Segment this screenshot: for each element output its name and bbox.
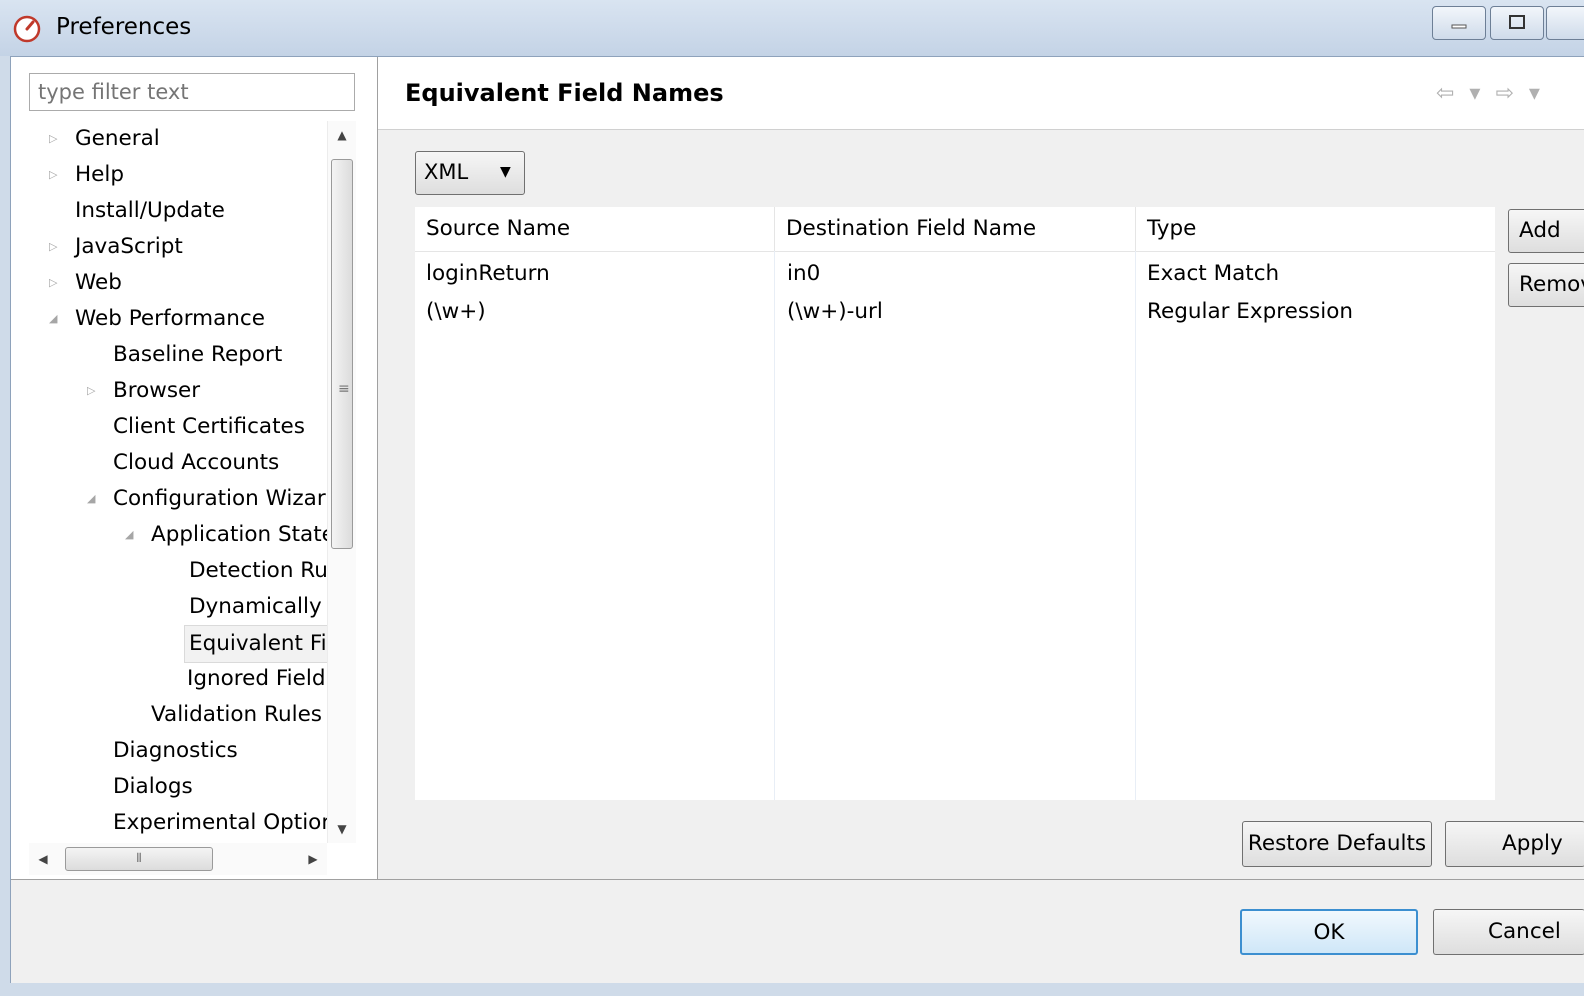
tree-item-client-certificates[interactable]: Client Certificates [11,409,327,445]
scroll-right-arrow-icon[interactable]: ▶ [299,843,327,875]
collapse-arrow-icon[interactable]: ◢ [125,528,139,542]
tree-item-general[interactable]: ▷ General [11,121,327,157]
tree-item-web-performance[interactable]: ◢ Web Performance [11,301,327,337]
collapse-arrow-icon[interactable]: ◢ [49,312,63,326]
format-select-value: XML [424,160,469,184]
tree-item-cloud-accounts[interactable]: Cloud Accounts [11,445,327,481]
tree-item-install-update[interactable]: Install/Update [11,193,327,229]
scroll-down-arrow-icon[interactable]: ▼ [328,815,356,843]
collapse-arrow-icon[interactable]: ◢ [87,492,101,506]
preferences-window: Preferences ▷General ▷Help Install/Updat… [0,0,1584,996]
column-header-source-name[interactable]: Source Name [415,207,775,251]
button-bar-divider [11,879,1584,880]
equivalent-names-table: Source Name Destination Field Name Type … [415,207,1495,800]
minimize-icon [1451,24,1467,29]
cell-type: Exact Match [1147,261,1280,286]
tree-vertical-scrollbar[interactable]: ▲ ≡ ▼ [327,121,356,843]
cell-destination-field-name: (\w+)-url [787,299,883,324]
chevron-down-icon: ▼ [500,164,511,180]
tree-item-ignored-fields[interactable]: Ignored Field [11,661,327,697]
scroll-up-arrow-icon[interactable]: ▲ [328,121,356,149]
page-header: Equivalent Field Names ⇦ ▾ ⇨ ▾ [378,57,1584,130]
expand-arrow-icon[interactable]: ▷ [49,132,63,146]
tree-item-baseline-report[interactable]: Baseline Report [11,337,327,373]
format-select[interactable]: XML ▼ [415,151,525,195]
apply-button[interactable]: Apply [1445,821,1584,867]
grip-icon: ≡ [338,381,350,397]
tree-item-javascript[interactable]: ▷ JavaScript [11,229,327,265]
tree-item-dynamically[interactable]: Dynamically [11,589,327,625]
cell-source-name: loginReturn [426,261,550,286]
page-title: Equivalent Field Names [405,79,724,107]
tree-horizontal-scrollbar[interactable]: ◀ ⦀ ▶ [29,843,327,875]
expand-arrow-icon[interactable]: ▷ [49,240,63,254]
tree-item-configuration-wizards[interactable]: ◢ Configuration Wizar [11,481,327,517]
filter-input[interactable] [29,73,355,111]
tree-item-validation-rules[interactable]: Validation Rules [11,697,327,733]
column-divider [1135,251,1136,800]
cell-type: Regular Expression [1147,299,1354,324]
maximize-icon [1509,15,1525,29]
horizontal-scroll-thumb[interactable]: ⦀ [65,847,213,871]
add-button[interactable]: Add [1508,209,1584,253]
column-header-type[interactable]: Type [1136,207,1495,251]
preference-page: Equivalent Field Names ⇦ ▾ ⇨ ▾ XML ▼ Sou… [378,57,1584,879]
title-bar[interactable]: Preferences [0,0,1584,56]
preferences-tree-pane: ▷General ▷Help Install/Update ▷JavaScrip… [11,57,378,879]
close-button[interactable] [1546,6,1584,40]
tree-item-web[interactable]: ▷ Web [11,265,327,301]
tree-item-dialogs[interactable]: Dialogs [11,769,327,805]
cell-destination-field-name: in0 [787,261,821,286]
expand-arrow-icon[interactable]: ▷ [49,168,63,182]
preferences-tree: ▷ General ▷ Help Install/Update ▷ JavaScrip… [11,121,327,843]
tree-item-experimental-options[interactable]: Experimental Optior [11,805,327,841]
restore-defaults-button[interactable]: Restore Defaults [1242,821,1432,867]
table-row[interactable]: (\w+) (\w+)-url Regular Expression [415,293,1495,331]
window-title: Preferences [56,14,192,40]
dialog-client-area: ▷General ▷Help Install/Update ▷JavaScrip… [10,56,1584,983]
ok-button[interactable]: OK [1240,909,1418,955]
tree-item-diagnostics[interactable]: Diagnostics [11,733,327,769]
table-row[interactable]: loginReturn in0 Exact Match [415,255,1495,293]
expand-arrow-icon[interactable]: ▷ [49,276,63,290]
history-nav-icon[interactable]: ⇦ ▾ ⇨ ▾ [1436,81,1544,106]
column-divider [774,251,775,800]
vertical-scroll-thumb[interactable]: ≡ [331,159,353,549]
tree-item-application-state[interactable]: ◢ Application State [11,517,327,553]
tree-item-browser[interactable]: ▷ Browser [11,373,327,409]
tree-item-equivalent-field-names[interactable]: Equivalent Fi [11,625,327,663]
maximize-button[interactable] [1490,6,1544,40]
column-header-destination-field-name[interactable]: Destination Field Name [775,207,1136,251]
scroll-left-arrow-icon[interactable]: ◀ [29,843,57,875]
cell-source-name: (\w+) [426,299,486,324]
table-header: Source Name Destination Field Name Type [415,207,1495,252]
app-icon [13,15,41,43]
tree-item-detection-rules[interactable]: Detection Ru [11,553,327,589]
tree-item-help[interactable]: ▷ Help [11,157,327,193]
remove-button[interactable]: Remove [1508,263,1584,307]
minimize-button[interactable] [1432,6,1486,40]
expand-arrow-icon[interactable]: ▷ [87,384,101,398]
cancel-button[interactable]: Cancel [1433,909,1584,955]
